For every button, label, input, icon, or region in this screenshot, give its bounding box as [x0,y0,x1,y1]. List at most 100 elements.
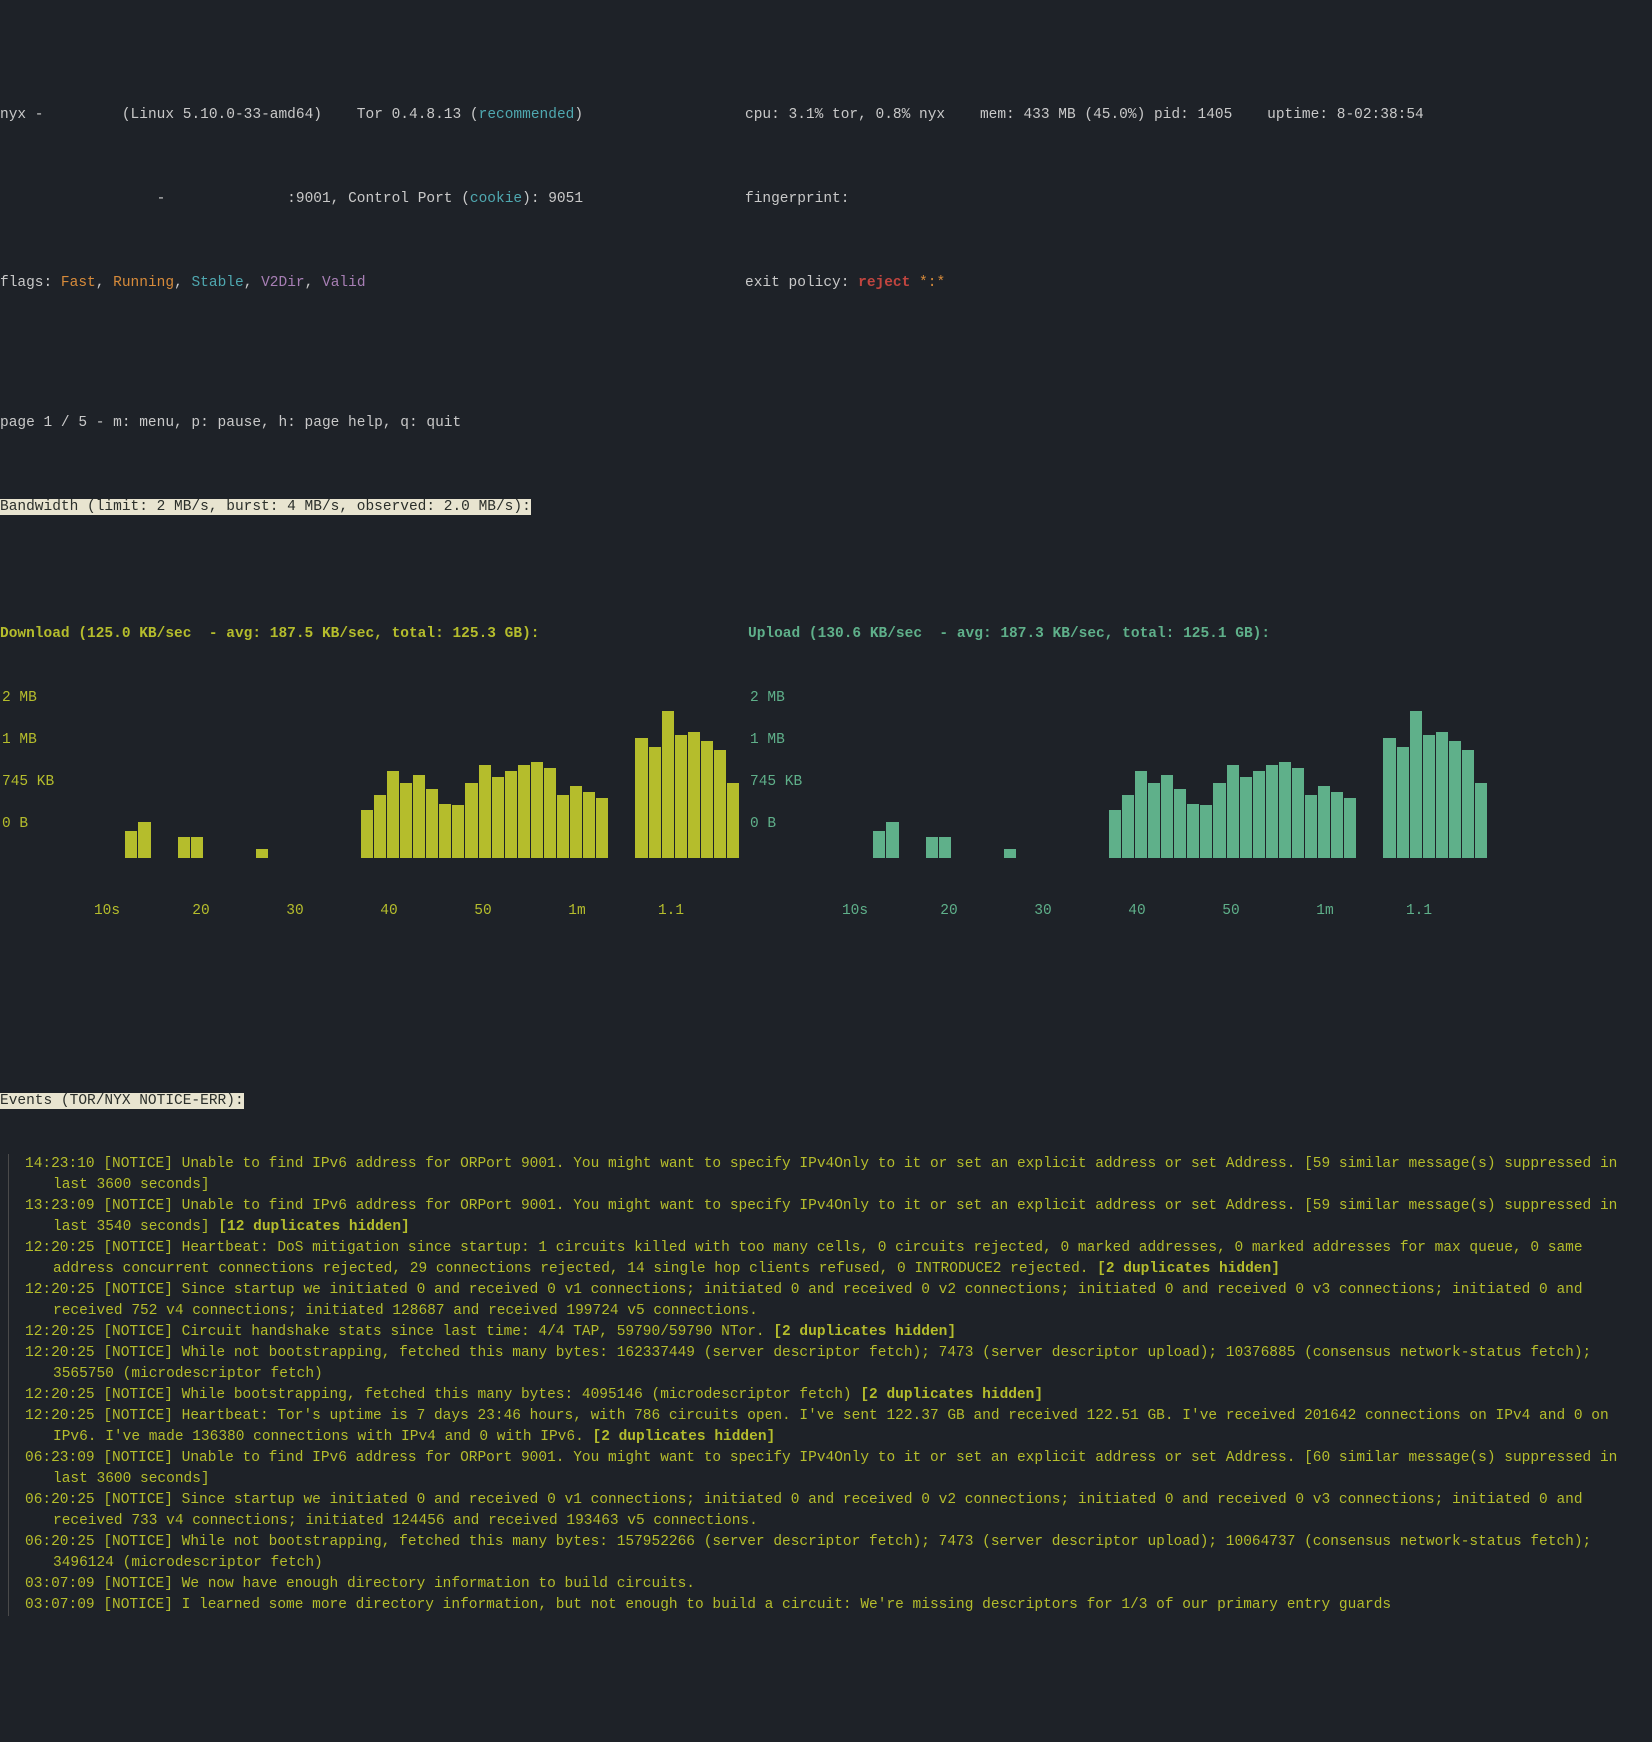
chart-bar [1187,804,1199,858]
chart-bar [544,768,556,858]
chart-bar [1423,735,1435,858]
chart-bar [191,837,203,858]
exit-policy: reject [858,275,919,291]
chart-bar [583,792,595,858]
exit-star: *:* [919,275,945,291]
app-name: nyx - [0,107,44,123]
dash: - [157,191,166,207]
chart-bar [727,783,739,858]
chart-bar [387,771,399,858]
os-label: (Linux 5.10.0-33-amd64) [122,107,322,123]
chart-bar [1383,738,1395,858]
chart-bar [1344,798,1356,858]
chart-bar [400,783,412,858]
log-entry: 06:20:25 [NOTICE] While not bootstrappin… [9,1532,1652,1574]
chart-bar [1449,741,1461,858]
chart-bar [1475,783,1487,858]
recommended-label: recommended [479,107,575,123]
download-chart: 2 MB 1 MB 745 KB 0 B [0,688,740,858]
pid-label: pid: 1405 [1154,107,1232,123]
duplicates-badge: [2 duplicates hidden] [593,1429,776,1445]
cpu-label: cpu: 3.1% tor, 0.8% nyx [745,107,945,123]
log-entry: 06:20:25 [NOTICE] Since startup we initi… [9,1490,1652,1532]
chart-bar [1462,750,1474,858]
chart-bar [570,786,582,858]
chart-bar [1436,732,1448,858]
ylabel: 1 MB [2,730,37,751]
log-entry: 12:20:25 [NOTICE] While not bootstrappin… [9,1343,1652,1385]
chart-bar [1200,805,1212,858]
flag-running: Running [113,275,174,291]
uptime-label: uptime: 8-02:38:54 [1267,107,1424,123]
fingerprint-label: fingerprint: [745,191,849,207]
duplicates-badge: [2 duplicates hidden] [860,1387,1043,1403]
chart-bar [939,837,951,858]
flags-label: flags: [0,275,61,291]
page-nav-help: page 1 / 5 - m: menu, p: pause, h: page … [0,413,1652,434]
ylabel: 0 B [2,814,28,835]
chart-bar [1109,810,1121,858]
upload-panel: Upload (130.6 KB/sec - avg: 187.3 KB/sec… [748,582,1488,963]
download-panel: Download (125.0 KB/sec - avg: 187.5 KB/s… [0,582,740,963]
duplicates-badge: [2 duplicates hidden] [1097,1261,1280,1277]
chart-bar [1410,711,1422,858]
chart-bar [714,750,726,858]
cookie-label: cookie [470,191,522,207]
events-header: Events (TOR/NYX NOTICE-ERR): [0,1093,244,1109]
log-entry: 03:07:09 [NOTICE] We now have enough dir… [9,1574,1652,1595]
chart-bar [1266,765,1278,858]
ylabel: 2 MB [2,688,37,709]
log-entry: 14:23:10 [NOTICE] Unable to find IPv6 ad… [9,1154,1652,1196]
chart-bar [439,804,451,858]
chart-bar [1004,849,1016,858]
chart-bar [479,765,491,858]
chart-bar [1122,795,1134,858]
chart-bar [138,822,150,858]
port-label: :9001, Control Port ( [287,191,470,207]
chart-bar [1279,762,1291,858]
duplicates-badge: [2 duplicates hidden] [773,1324,956,1340]
chart-bar [873,831,885,858]
chart-bar [465,783,477,858]
chart-bar [649,747,661,858]
flag-fast: Fast [61,275,96,291]
chart-bar [701,741,713,858]
chart-bar [675,735,687,858]
ylabel: 1 MB [750,730,785,751]
chart-bar [886,822,898,858]
chart-bar [178,837,190,858]
chart-bar [361,810,373,858]
chart-bar [1148,783,1160,858]
log-entry: 13:23:09 [NOTICE] Unable to find IPv6 ad… [9,1196,1652,1238]
chart-bar [256,849,268,858]
chart-bar [374,795,386,858]
chart-bar [1305,795,1317,858]
exit-label: exit policy: [745,275,858,291]
flag-valid: Valid [322,275,366,291]
chart-bar [492,777,504,858]
ylabel: 745 KB [750,772,802,793]
chart-bar [426,789,438,858]
chart-bar [1227,765,1239,858]
mem-label: mem: 433 MB (45.0%) [980,107,1145,123]
upload-chart: 2 MB 1 MB 745 KB 0 B [748,688,1488,858]
event-log[interactable]: 14:23:10 [NOTICE] Unable to find IPv6 ad… [8,1154,1652,1616]
chart-bar [125,831,137,858]
upload-xaxis: 10s203040501m1.1 [748,901,1488,922]
chart-bar [926,837,938,858]
log-entry: 12:20:25 [NOTICE] Heartbeat: DoS mitigat… [9,1238,1652,1280]
chart-bar [413,775,425,858]
chart-bar [1213,783,1225,858]
chart-bar [635,738,647,858]
chart-bar [1135,771,1147,858]
header-line-1: nyx - (Linux 5.10.0-33-amd64) Tor 0.4.8.… [0,105,1652,126]
header-line-3: flags: Fast, Running, Stable, V2Dir, Val… [0,273,1652,294]
chart-bar [662,711,674,858]
header-line-2: - :9001, Control Port (cookie): 9051 fin… [0,189,1652,210]
log-entry: 03:07:09 [NOTICE] I learned some more di… [9,1595,1652,1616]
download-xaxis: 10s203040501m1.1 [0,901,740,922]
upload-summary: Upload (130.6 KB/sec - avg: 187.3 KB/sec… [748,624,1488,645]
chart-bar [1318,786,1330,858]
chart-bar [452,805,464,858]
chart-bar [531,762,543,858]
